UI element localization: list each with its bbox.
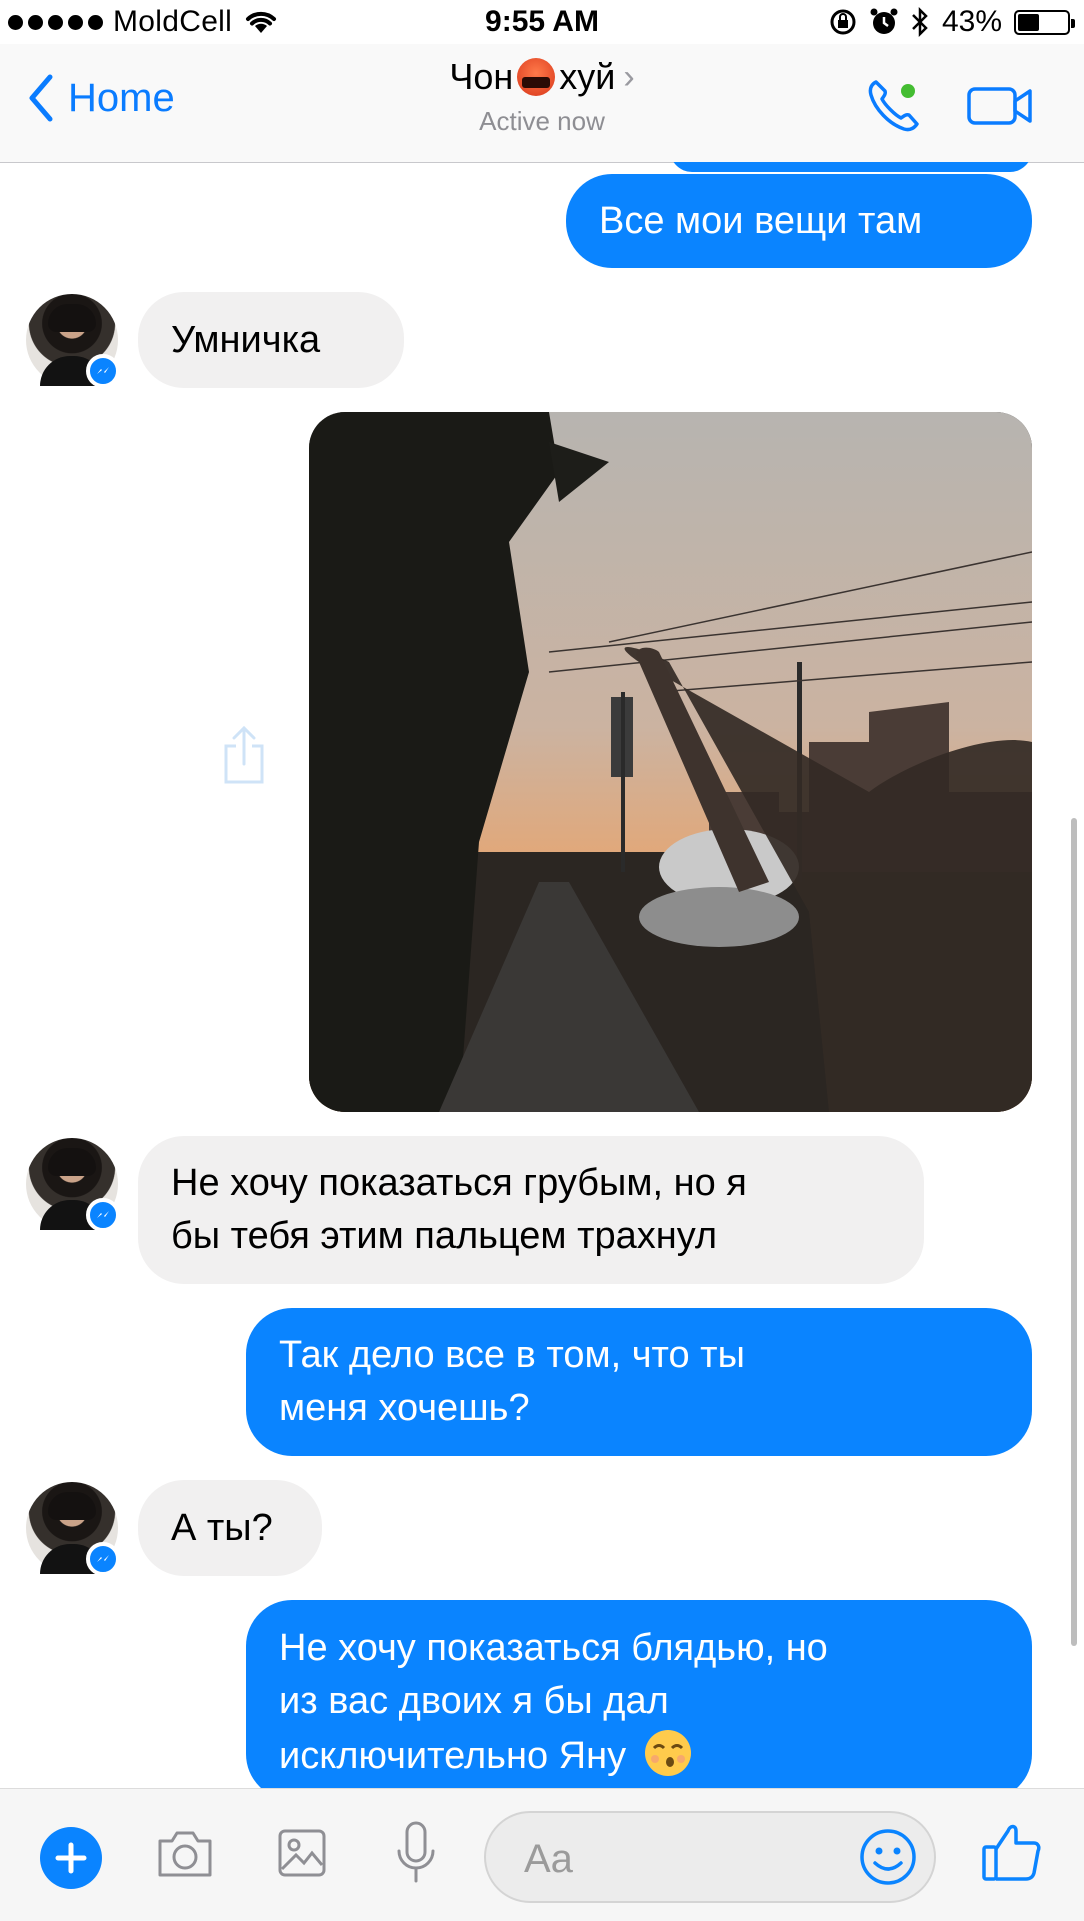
alarm-icon: [870, 8, 898, 34]
messenger-badge-icon: [86, 354, 120, 388]
message-incoming[interactable]: А ты?: [138, 1480, 322, 1576]
message-thread[interactable]: Все мои вещи там Умничка Не хочу показат…: [0, 162, 1084, 1788]
share-icon[interactable]: [220, 724, 268, 786]
contact-avatar[interactable]: [26, 1482, 120, 1576]
scrollbar[interactable]: [1071, 818, 1077, 1646]
message-outgoing[interactable]: Так дело все в том, что ты меня хочешь?: [246, 1308, 1032, 1456]
gallery-icon[interactable]: [274, 1825, 330, 1881]
previous-message-bubble-edge: [670, 162, 1032, 172]
message-incoming[interactable]: Умничка: [138, 292, 404, 388]
message-incoming[interactable]: Не хочу показаться грубым, но я бы тебя …: [138, 1136, 924, 1284]
camera-icon[interactable]: [154, 1825, 216, 1883]
status-bar: MoldCell 9:55 AM 43%: [0, 0, 1084, 44]
message-composer: [0, 1788, 1084, 1921]
chevron-right-icon: ›: [623, 57, 635, 96]
battery-percent: 43%: [941, 5, 1002, 38]
contact-name-left: Чон: [449, 56, 514, 97]
message-text: Не хочу показаться блядью, но из вас дво…: [279, 1627, 828, 1777]
video-call-icon[interactable]: [966, 84, 1034, 128]
photo-message[interactable]: [309, 412, 1032, 1112]
plus-button[interactable]: [40, 1827, 102, 1889]
microphone-icon[interactable]: [392, 1819, 440, 1887]
emoji-icon[interactable]: [858, 1827, 918, 1887]
message-input-field[interactable]: [484, 1811, 936, 1903]
voice-call-icon[interactable]: [864, 76, 924, 136]
street-sunset-photo: [309, 412, 1032, 1112]
rotation-lock-icon: [830, 9, 856, 35]
conversation-header: Home Чон хуй › Active now: [0, 44, 1084, 163]
contact-avatar[interactable]: [26, 1138, 120, 1232]
kissing-face-emoji-icon: [644, 1730, 691, 1776]
contact-name-button[interactable]: Чон хуй ›: [449, 56, 634, 98]
thumbs-up-icon[interactable]: [980, 1819, 1044, 1885]
message-input[interactable]: [522, 1831, 826, 1887]
plus-icon: [55, 1842, 87, 1874]
message-outgoing[interactable]: Все мои вещи там: [566, 174, 1032, 268]
message-outgoing[interactable]: Не хочу показаться блядью, но из вас дво…: [246, 1600, 1032, 1788]
contact-name-right: хуй: [559, 56, 616, 97]
contact-avatar[interactable]: [26, 294, 120, 388]
bluetooth-icon: [912, 6, 928, 38]
battery-icon: [1014, 9, 1075, 35]
angry-face-emoji-icon: [517, 58, 556, 96]
messenger-badge-icon: [86, 1542, 120, 1576]
online-dot: [901, 84, 915, 98]
messenger-badge-icon: [86, 1198, 120, 1232]
